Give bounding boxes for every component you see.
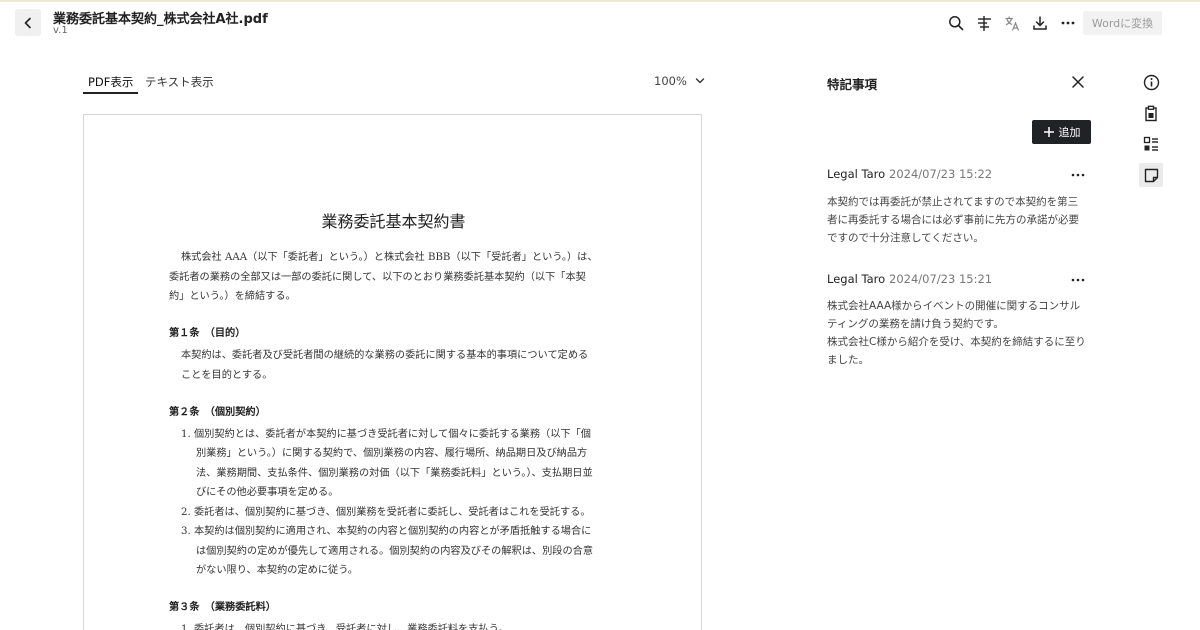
top-border <box>0 0 1200 2</box>
chevron-left-icon <box>24 17 31 28</box>
tab-pdf-view[interactable]: PDF表示 <box>88 74 133 90</box>
search-button[interactable] <box>945 12 967 34</box>
info-button[interactable] <box>1139 70 1163 94</box>
compare-icon <box>977 15 991 31</box>
back-button[interactable] <box>15 9 41 36</box>
tab-text-view[interactable]: テキスト表示 <box>145 74 214 90</box>
convert-to-word-button[interactable]: Wordに変換 <box>1083 11 1162 35</box>
layout-button[interactable] <box>1139 132 1163 156</box>
sticky-note-icon <box>1144 168 1158 182</box>
document-line: は個別契約の定めが優先して適用される。個別契約の内容及びその解釈は、別段の合意 <box>196 545 594 557</box>
note-text-line: 株式会社C様から紹介を受け、本契約を締結するに至り <box>827 336 1086 348</box>
document-line: 2. 委託者は、個別契約に基づき、個別業務を受託者に委託し、受託者はこれを受託す… <box>181 506 591 518</box>
close-panel-button[interactable] <box>1068 72 1088 92</box>
document-line: 別業務」という。）に関する契約で、個別業務の内容、履行場所、納品期日及び納品方 <box>196 448 588 459</box>
download-button[interactable] <box>1029 12 1051 34</box>
document-line: 本契約は、委託者及び受託者間の継続的な業務の委託に関する基本的事項について定める <box>181 350 589 361</box>
info-icon <box>1143 74 1159 90</box>
note-text-line: ですので十分注意してください。 <box>827 232 984 244</box>
note-text-line: ました。 <box>827 354 869 366</box>
download-icon <box>1033 16 1047 30</box>
plus-icon <box>1043 127 1054 137</box>
active-tab-indicator <box>83 92 138 94</box>
document-line: 委託者の業務の全部又は一部の委託に関して、以下のとおり業務委託基本契約（以下「本… <box>169 271 586 283</box>
translate-icon <box>1005 16 1019 31</box>
note-more-button[interactable] <box>1068 168 1088 182</box>
compare-button[interactable] <box>973 12 995 34</box>
note-text-line: 者に再委託する場合には必ず事前に先方の承諾が必要 <box>827 214 1079 226</box>
note-text-line: 本契約では再委託が禁止されてますので本契約を第三 <box>827 196 1079 208</box>
document-line: びにその他必要事項を定める。 <box>196 487 339 498</box>
notes-button[interactable] <box>1139 163 1163 187</box>
document-line: 株式会社 AAA（以下「委託者」という。）と株式会社 BBB（以下「受託者」とい… <box>181 252 598 263</box>
clipboard-icon <box>1145 105 1157 121</box>
chevron-down-icon <box>695 78 705 84</box>
file-title: 業務委託基本契約_株式会社A社.pdf <box>53 12 268 27</box>
note-more-button[interactable] <box>1068 273 1088 287</box>
more-horizontal-icon <box>1061 21 1075 25</box>
more-horizontal-icon <box>1071 278 1085 282</box>
notes-panel-title: 特記事項 <box>827 77 878 92</box>
add-note-button[interactable]: 追加 <box>1032 120 1091 144</box>
document-line: 3. 本契約は個別契約に適用され、本契約の内容と個別契約の内容とが矛盾抵触する場… <box>181 526 592 537</box>
document-line: 1. 個別契約とは、委託者が本契約に基づき受託者に対して個々に委託する業務（以下… <box>181 428 591 440</box>
document-line: 1. 委託者は、個別契約に基づき、受託者に対し、業務委託料を支払う。 <box>181 624 509 630</box>
article-heading: 第１条 （目的） <box>169 327 246 339</box>
note-text-line: 株式会社AAA様からイベントの開催に関するコンサル <box>827 300 1081 312</box>
note-text-line: ティングの業務を請け負う契約です。 <box>827 318 1004 330</box>
more-horizontal-icon <box>1071 173 1085 177</box>
document-line: 約」という。）を締結する。 <box>169 291 296 302</box>
article-heading: 第３条 （業務委託料） <box>169 601 276 613</box>
zoom-value: 100% <box>654 74 687 88</box>
document-title: 業務委託基本契約書 <box>321 212 466 231</box>
note-author: Legal Taro <box>827 167 886 181</box>
note-author: Legal Taro <box>827 272 886 286</box>
close-icon <box>1072 76 1084 88</box>
note-date: 2024/07/23 15:22 <box>889 167 993 181</box>
pdf-page[interactable]: 業務委託基本契約書 株式会社 AAA（以下「委託者」という。）と株式会社 BBB… <box>83 114 702 630</box>
document-line: ことを目的とする。 <box>181 369 273 381</box>
more-button[interactable] <box>1057 12 1079 34</box>
note-date: 2024/07/23 15:21 <box>889 272 993 286</box>
zoom-select[interactable]: 100% <box>654 74 705 88</box>
article-heading: 第２条 （個別契約） <box>169 405 266 418</box>
document-line: がない限り、本契約の定めに従う。 <box>196 565 358 576</box>
clipboard-button[interactable] <box>1139 101 1163 125</box>
add-note-label: 追加 <box>1058 126 1081 139</box>
translate-button[interactable] <box>1001 12 1023 34</box>
file-version: v.1 <box>53 25 68 36</box>
layout-list-icon <box>1143 136 1158 151</box>
document-line: 法、業務期間、支払条件、個別業務の対価（以下「業務委託料」という。）、支払期日並 <box>196 467 593 479</box>
search-icon <box>949 16 964 31</box>
